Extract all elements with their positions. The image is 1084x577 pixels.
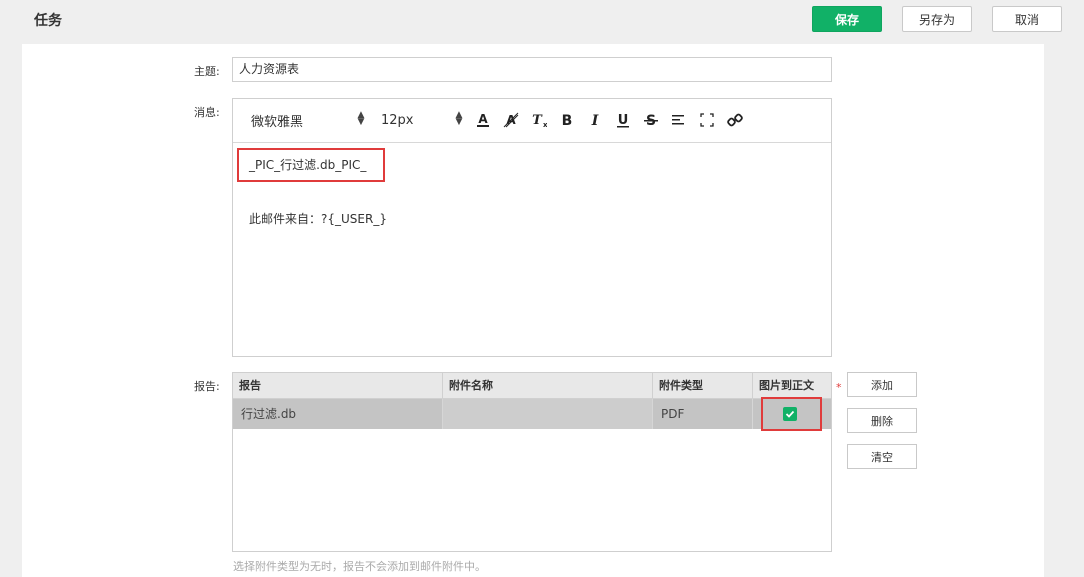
fullscreen-icon[interactable] (697, 109, 717, 131)
add-button[interactable]: 添加 (847, 372, 917, 397)
editor-toolbar: 微软雅黑 ▲▼ 12px ▲▼ A A Tx B I U S (233, 99, 831, 143)
attachment-hint: 选择附件类型为无时，报告不会添加到邮件附件中。 (233, 560, 486, 573)
strikethrough-icon[interactable]: S (641, 109, 661, 131)
cell-attachment-type[interactable]: PDF (653, 399, 753, 429)
svg-text:A: A (478, 112, 488, 126)
subject-label: 主题: (194, 65, 220, 78)
required-mark: * (836, 381, 842, 394)
cell-attachment-name[interactable] (443, 399, 653, 429)
cancel-button[interactable]: 取消 (992, 6, 1062, 32)
underline-icon[interactable]: U (613, 109, 633, 131)
column-header-pic-to-body: 图片到正文 (759, 379, 814, 392)
editor-line-footer: 此邮件来自：?{_USER_} (249, 212, 387, 226)
svg-text:T: T (532, 113, 543, 128)
subject-input[interactable]: 人力资源表 (232, 57, 832, 82)
table-row[interactable]: 行过滤.db PDF (233, 399, 831, 429)
bold-icon[interactable]: B (557, 109, 577, 131)
report-label: 报告: (194, 380, 220, 393)
column-header-report: 报告 (233, 373, 443, 399)
save-as-button[interactable]: 另存为 (902, 6, 972, 32)
svg-text:I: I (591, 113, 599, 128)
font-size-select[interactable]: 12px (381, 111, 414, 129)
font-family-select[interactable]: 微软雅黑 (251, 111, 303, 130)
delete-button[interactable]: 删除 (847, 408, 917, 433)
message-editor[interactable]: 微软雅黑 ▲▼ 12px ▲▼ A A Tx B I U S (232, 98, 832, 357)
font-color-icon[interactable]: A (473, 109, 493, 131)
svg-text:U: U (618, 113, 629, 128)
top-bar: 任务 保存 另存为 取消 (0, 0, 1084, 44)
font-family-spinner-icon[interactable]: ▲ ▼ (357, 111, 365, 127)
italic-icon[interactable]: I (585, 109, 605, 131)
highlight-box-pic-placeholder (237, 148, 385, 182)
report-table: 报告 附件名称 附件类型 图片到正文 行过滤.db PDF (232, 372, 832, 552)
table-header-row: 报告 附件名称 附件类型 图片到正文 (233, 373, 831, 399)
svg-text:x: x (543, 121, 547, 128)
align-icon[interactable] (669, 109, 689, 131)
link-icon[interactable] (725, 109, 745, 131)
svg-text:B: B (562, 113, 573, 128)
clear-button[interactable]: 清空 (847, 444, 917, 469)
font-size-spinner-icon[interactable]: ▲ ▼ (455, 111, 463, 127)
message-label: 消息: (194, 106, 220, 119)
column-header-attachment-name: 附件名称 (443, 373, 653, 399)
page-title: 任务 (34, 13, 62, 29)
clear-format-icon[interactable]: Tx (529, 109, 549, 131)
column-header-attachment-type: 附件类型 (653, 373, 753, 399)
cell-report: 行过滤.db (233, 399, 443, 429)
highlight-box-checkbox (761, 397, 822, 431)
highlight-icon[interactable]: A (501, 109, 521, 131)
save-button[interactable]: 保存 (812, 6, 882, 32)
